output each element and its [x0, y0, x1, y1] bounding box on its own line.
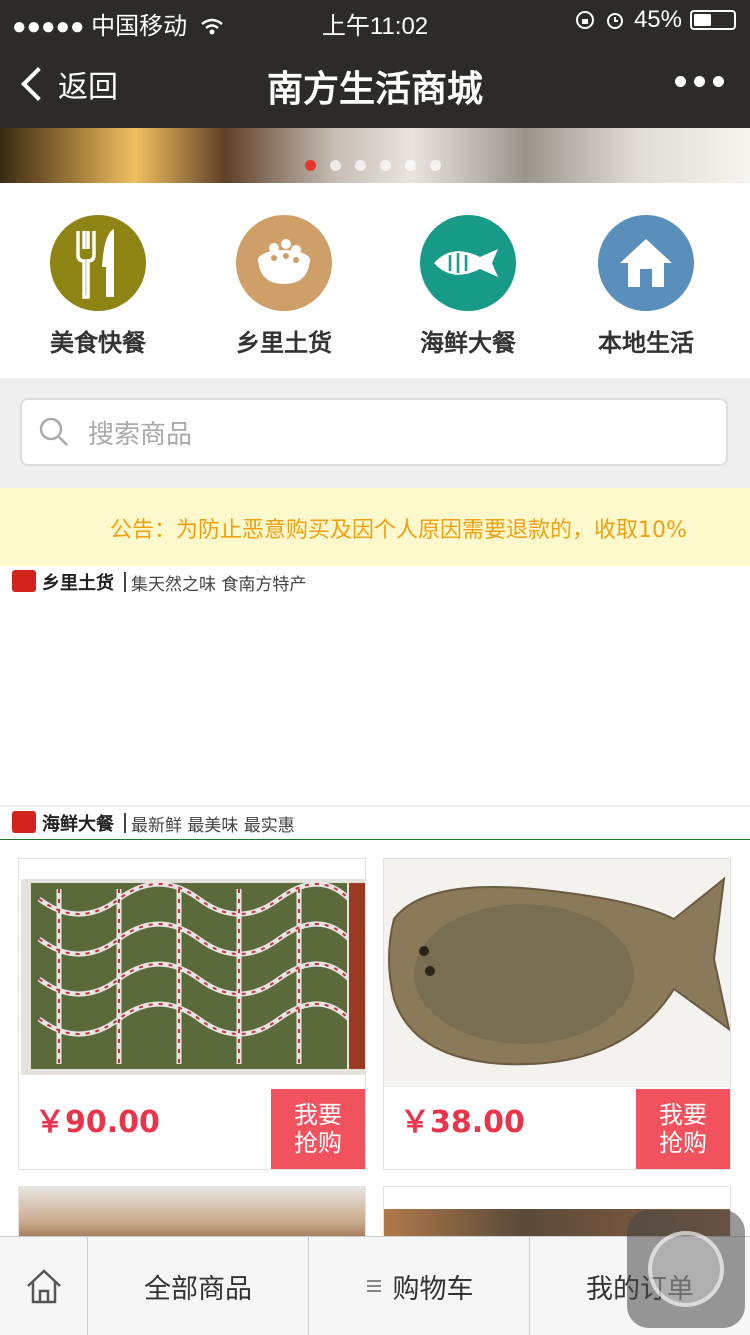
more-dot-icon	[694, 76, 705, 87]
status-bar: ●●●●● 中国移动 上午11:02 45%	[0, 0, 750, 40]
alarm-icon	[606, 13, 623, 29]
section-slogan: 最新鲜 最美味 最实惠	[131, 816, 295, 836]
category-local-goods[interactable]: 乡里土货	[194, 215, 374, 358]
fish-icon	[420, 215, 516, 311]
assistive-touch-button[interactable]	[627, 1210, 745, 1328]
home-icon	[26, 1269, 61, 1304]
category-label: 海鲜大餐	[420, 329, 516, 357]
seal-logo-icon	[12, 570, 36, 592]
search-area: 搜索商品	[0, 378, 750, 488]
category-seafood[interactable]: 海鲜大餐	[378, 215, 558, 358]
category-local-life[interactable]: 本地生活	[556, 215, 736, 358]
more-dot-icon	[675, 76, 686, 87]
category-label: 乡里土货	[236, 329, 332, 357]
tab-label: 购物车	[392, 1273, 474, 1305]
search-input[interactable]: 搜索商品	[20, 398, 728, 466]
nav-bar: 返回 南方生活商城	[0, 40, 750, 128]
carousel-dot[interactable]	[305, 160, 316, 171]
carousel-dot[interactable]	[380, 160, 391, 171]
tab-label: 全部商品	[144, 1273, 252, 1305]
notice-bar: 公告：为防止恶意购买及因个人原因需要退款的，收取10%	[0, 488, 750, 566]
category-label: 本地生活	[598, 329, 694, 357]
more-dot-icon	[713, 76, 724, 87]
section-slogan: 集天然之味 食南方特产	[131, 575, 307, 595]
product-price: ￥38.00	[400, 1105, 525, 1140]
battery-icon	[690, 10, 736, 30]
seal-logo-icon	[12, 811, 36, 833]
rice-bowl-icon	[236, 215, 332, 311]
section-divider	[124, 572, 126, 592]
category-food[interactable]: 美食快餐	[8, 215, 188, 358]
category-grid: 美食快餐 乡里土货 海鲜大餐 本地生活	[0, 183, 750, 378]
category-label: 美食快餐	[50, 329, 146, 357]
tied-crabs-image	[19, 859, 365, 1087]
section-title: 乡里土货	[42, 573, 114, 594]
product-card[interactable]: ￥38.00 我要 抢购	[383, 858, 731, 1170]
page-title: 南方生活商城	[266, 69, 483, 110]
tab-cart[interactable]: 购物车	[308, 1237, 529, 1335]
section-header-seafood: 海鲜大餐 最新鲜 最美味 最实惠	[0, 807, 750, 842]
battery-fill	[694, 14, 712, 26]
carousel-dot[interactable]	[405, 160, 416, 171]
empty-section-area	[0, 598, 750, 805]
section-divider	[124, 813, 126, 833]
product-price: ￥90.00	[35, 1105, 160, 1140]
tab-home[interactable]	[0, 1237, 87, 1335]
fork-knife-icon	[50, 215, 146, 311]
menu-lines-icon	[366, 1280, 381, 1292]
search-icon	[39, 417, 68, 446]
search-placeholder: 搜索商品	[88, 419, 193, 450]
house-icon	[598, 215, 694, 311]
buy-now-button[interactable]: 我要 抢购	[271, 1089, 365, 1169]
battery-percent: 45%	[633, 6, 682, 33]
carousel-indicator	[305, 160, 441, 171]
assistive-touch-icon	[648, 1231, 724, 1307]
section-title: 海鲜大餐	[42, 814, 114, 835]
section-header-local-goods: 乡里土货 集天然之味 食南方特产	[0, 566, 750, 601]
notice-text: 公告：为防止恶意购买及因个人原因需要退款的，收取10%	[110, 518, 687, 543]
banner-carousel[interactable]	[0, 128, 750, 183]
tab-all-products[interactable]: 全部商品	[87, 1237, 308, 1335]
rotation-lock-icon	[575, 11, 594, 29]
product-grid: ￥90.00 我要 抢购 ￥38.00 我要 抢购	[0, 840, 750, 1246]
product-card[interactable]: ￥90.00 我要 抢购	[18, 858, 366, 1170]
carousel-dot[interactable]	[355, 160, 366, 171]
flatfish-image	[384, 859, 730, 1087]
status-right: 45%	[574, 6, 736, 34]
carousel-dot[interactable]	[430, 160, 441, 171]
carousel-dot[interactable]	[330, 160, 341, 171]
more-button[interactable]	[675, 76, 724, 87]
buy-now-button[interactable]: 我要 抢购	[636, 1089, 730, 1169]
